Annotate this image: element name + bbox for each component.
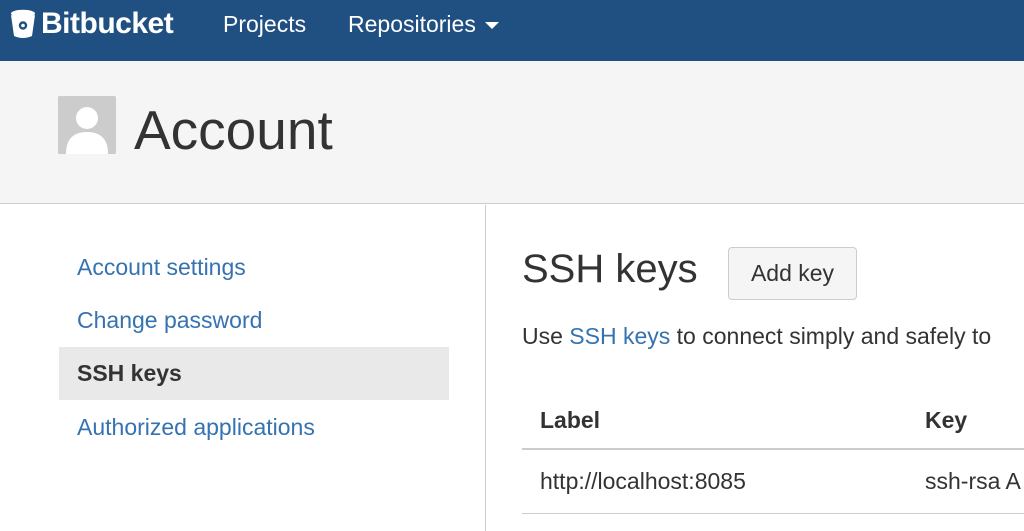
sidebar-item-authorized-applications[interactable]: Authorized applications: [59, 401, 449, 454]
intro-text-before: Use: [522, 323, 570, 349]
nav-repositories-label: Repositories: [348, 11, 476, 37]
table-header-row: Label Key: [522, 393, 1024, 450]
intro-text: Use SSH keys to connect simply and safel…: [522, 322, 991, 350]
nav-projects[interactable]: Projects: [223, 10, 306, 38]
column-header-label: Label: [522, 393, 907, 450]
ssh-keys-help-link[interactable]: SSH keys: [569, 323, 670, 349]
nav-repositories-dropdown[interactable]: Repositories: [348, 10, 499, 38]
add-key-button[interactable]: Add key: [728, 247, 857, 300]
sidebar-item-ssh-keys[interactable]: SSH keys: [59, 347, 449, 400]
sidebar-item-change-password[interactable]: Change password: [59, 294, 449, 347]
account-sidebar: Account settings Change password SSH key…: [0, 205, 486, 531]
page-header: Account: [0, 61, 1024, 204]
sidebar-item-account-settings[interactable]: Account settings: [59, 241, 449, 294]
key-value-cell: ssh-rsa A: [907, 449, 1024, 514]
brand-name: Bitbucket: [41, 7, 174, 40]
bitbucket-bucket-icon: [10, 9, 36, 39]
intro-text-after: to connect simply and safely to: [670, 323, 992, 349]
ssh-keys-table: Label Key http://localhost:8085 ssh-rsa …: [522, 393, 1024, 514]
nav-projects-label: Projects: [223, 11, 307, 37]
section-title: SSH keys: [522, 247, 698, 291]
table-row: http://localhost:8085 ssh-rsa A: [522, 449, 1024, 514]
key-label-cell: http://localhost:8085: [522, 449, 907, 514]
user-avatar-icon: [58, 96, 116, 154]
bitbucket-home-link[interactable]: Bitbucket: [10, 7, 174, 41]
column-header-key: Key: [907, 393, 1024, 450]
top-navigation-bar: Bitbucket Projects Repositories: [0, 0, 1024, 61]
main-content: SSH keys Add key Use SSH keys to connect…: [487, 205, 1024, 531]
page-title: Account: [134, 99, 333, 161]
chevron-down-icon: [484, 21, 499, 29]
